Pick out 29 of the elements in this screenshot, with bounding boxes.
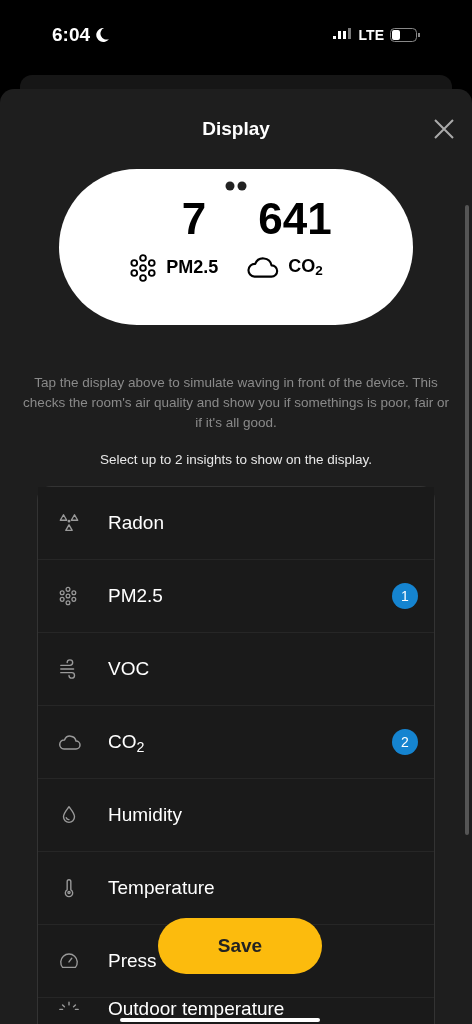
description-text: Tap the display above to simulate waving in front of the device. This checks the room's air quality and show you if somethings is poor, fair or if it's all good.	[22, 373, 450, 432]
order-badge: 2	[392, 729, 418, 755]
sheet-title: Display	[202, 116, 270, 141]
reading-label: CO$_{2}$	[288, 254, 323, 280]
insight-label: VOC	[108, 658, 151, 680]
insight-label: Press	[108, 950, 158, 972]
insight-label: Humidity	[108, 804, 183, 826]
reading-label: PM2.5	[166, 256, 219, 280]
insight-label: Temperature	[108, 877, 216, 899]
radiation-icon	[58, 512, 80, 534]
save-button[interactable]: Save	[158, 917, 322, 974]
instruction-text: Select up to 2 insights to show on the display.	[99, 450, 373, 469]
clock-time: 6:04	[52, 23, 91, 48]
reading-value: 7	[180, 192, 208, 245]
network-label: LTE	[358, 25, 384, 45]
close-button[interactable]	[432, 116, 456, 141]
insight-row[interactable]: Radon	[38, 487, 434, 560]
cloud-icon	[58, 733, 82, 751]
moon-icon	[94, 27, 111, 44]
insight-label: Outdoor temperature	[108, 998, 286, 1020]
reading-value: 641	[257, 192, 333, 245]
particles-icon	[58, 586, 78, 606]
insight-label: PM2.5	[108, 585, 164, 607]
display-preview[interactable]: 7 PM2.5 641 CO$_{2}$	[59, 168, 413, 325]
order-badge: 1	[392, 583, 418, 609]
insight-label: Radon	[108, 512, 165, 534]
page-dots-icon	[225, 180, 247, 191]
insight-label: CO$_{2}$	[108, 731, 146, 753]
battery-icon	[390, 28, 420, 43]
